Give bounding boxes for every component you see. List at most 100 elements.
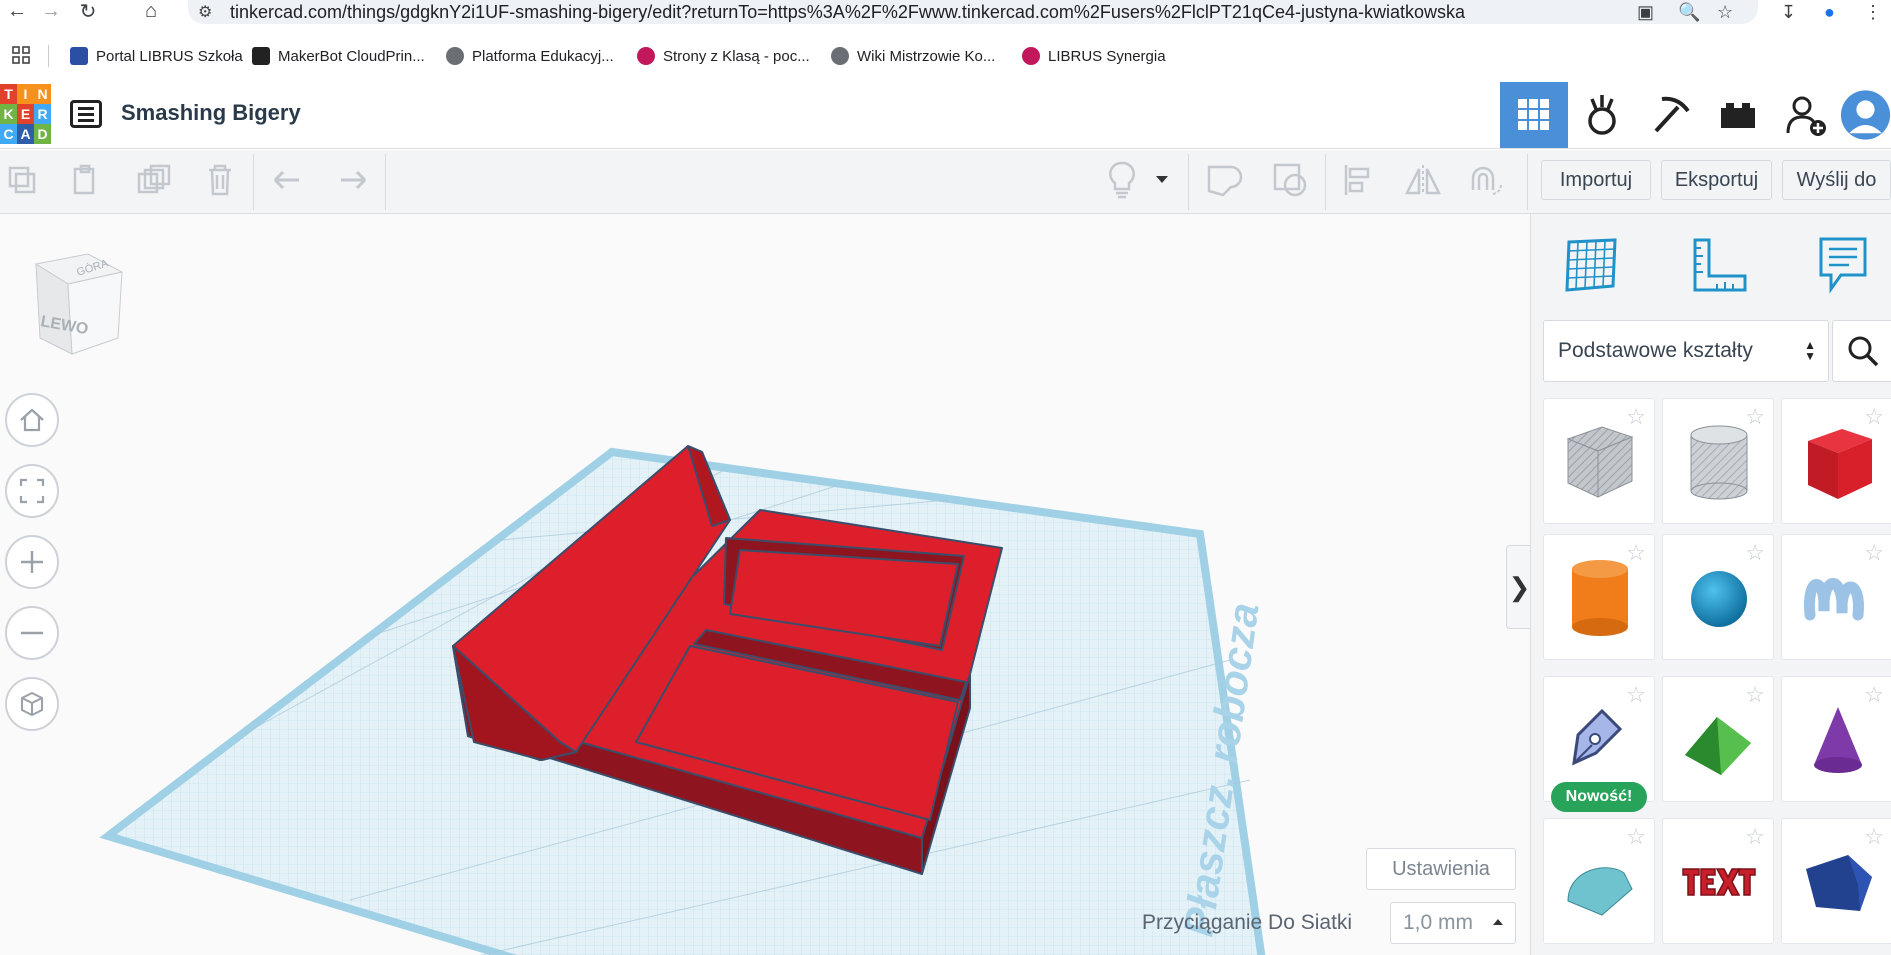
more-menu-icon[interactable]: ⋮: [1864, 0, 1882, 24]
notes-button[interactable]: [1808, 230, 1878, 300]
pickaxe-icon: [1654, 96, 1690, 133]
design-menu-icon[interactable]: [70, 100, 102, 128]
bookmark-wiki[interactable]: Wiki Mistrzowie Ko...: [831, 45, 995, 67]
logo-letter: C: [0, 124, 17, 144]
lightbulb-icon[interactable]: [1102, 160, 1142, 200]
3d-view-button[interactable]: [1500, 82, 1568, 148]
cruise-magnet-icon[interactable]: [1466, 160, 1506, 200]
bookmark-strony-z-klasa[interactable]: Strony z Klasą - poc...: [637, 45, 810, 67]
librus-icon: [70, 47, 88, 65]
home-icon[interactable]: ⌂: [136, 0, 166, 22]
invite-user-button[interactable]: [1772, 82, 1840, 148]
chevron-right-icon: ❯: [1508, 571, 1531, 602]
toolbar-divider: [1325, 154, 1326, 210]
perspective-button[interactable]: [5, 677, 59, 731]
globe-icon: [446, 47, 464, 65]
toolbar-divider: [385, 154, 386, 210]
project-title[interactable]: Smashing Bigery: [121, 100, 301, 126]
address-bar[interactable]: ⚙ tinkercad.com/things/gdgknY2i1UF-smash…: [188, 0, 1758, 24]
workplane-scene[interactable]: Płaszcz. robocza: [0, 214, 1530, 955]
zoom-out-button[interactable]: [5, 606, 59, 660]
forward-icon[interactable]: →: [36, 0, 66, 22]
site-settings-icon[interactable]: ⚙: [198, 2, 212, 22]
zoom-icon[interactable]: 🔍: [1678, 0, 1700, 24]
apple-drop-icon: [1588, 95, 1616, 135]
cone-icon: [1814, 707, 1862, 773]
round-roof-icon: [1567, 867, 1633, 916]
undo-icon[interactable]: [268, 160, 308, 200]
strony-icon: [637, 47, 655, 65]
minus-icon: [21, 631, 43, 635]
hole-icon[interactable]: [1270, 160, 1310, 200]
profile-icon[interactable]: ●: [1824, 0, 1835, 24]
paste-icon[interactable]: [66, 160, 106, 200]
reload-icon[interactable]: ↻: [73, 0, 103, 23]
snap-grid-select[interactable]: 1,0 mm: [1390, 902, 1516, 944]
back-icon[interactable]: ←: [2, 0, 32, 22]
duplicate-icon[interactable]: [134, 160, 174, 200]
home-view-button[interactable]: [5, 393, 59, 447]
solid-icon[interactable]: [1204, 160, 1244, 200]
logo-letter: K: [0, 104, 17, 124]
panel-toggle[interactable]: ❯: [1506, 545, 1532, 629]
globe-icon: [831, 47, 849, 65]
logo-letter: D: [34, 124, 51, 144]
bookmark-makerbot[interactable]: MakerBot CloudPrin...: [252, 45, 425, 67]
grid-icon: [1518, 99, 1549, 130]
apps-grid-icon[interactable]: [12, 46, 30, 64]
pen-nib-icon: [1572, 708, 1623, 766]
makerbot-icon: [252, 47, 270, 65]
import-button[interactable]: Importuj: [1541, 160, 1651, 200]
shape-sphere[interactable]: ☆: [1662, 534, 1774, 660]
shape-scribble[interactable]: ☆: [1781, 534, 1891, 660]
shape-box-hole[interactable]: ☆: [1543, 398, 1655, 524]
add-user-icon: [1786, 96, 1826, 136]
shape-roof[interactable]: ☆: [1662, 676, 1774, 802]
redo-icon[interactable]: [332, 160, 372, 200]
logo-letter: N: [34, 84, 51, 104]
export-button[interactable]: Eksportuj: [1661, 160, 1772, 200]
settings-button[interactable]: Ustawienia: [1366, 848, 1516, 890]
shape-cylinder[interactable]: ☆: [1543, 534, 1655, 660]
shape-polygon[interactable]: ☆: [1781, 818, 1891, 944]
shape-cone[interactable]: ☆: [1781, 676, 1891, 802]
send-to-button[interactable]: Wyślij do: [1782, 160, 1891, 200]
brick-icon: [1721, 103, 1755, 128]
workplane-button[interactable]: [1557, 230, 1627, 300]
logo-letter: A: [17, 124, 34, 144]
scribble-icon: [1803, 578, 1864, 621]
bookmark-label: Portal LIBRUS Szkoła: [96, 47, 243, 65]
copy-icon[interactable]: [2, 160, 42, 200]
fit-view-button[interactable]: [5, 464, 59, 518]
shape-text[interactable]: ☆: [1662, 818, 1774, 944]
install-app-icon[interactable]: ▣: [1637, 0, 1654, 24]
downloads-icon[interactable]: ↧: [1781, 0, 1796, 24]
bookmark-librus-synergia[interactable]: LIBRUS Synergia: [1022, 45, 1166, 67]
sim-lab-button[interactable]: [1568, 82, 1636, 148]
bookmark-label: Wiki Mistrzowie Ko...: [857, 47, 996, 65]
shape-round-roof[interactable]: ☆: [1543, 818, 1655, 944]
ruler-button[interactable]: [1685, 230, 1755, 300]
blocks-button[interactable]: [1636, 82, 1704, 148]
shape-cylinder-hole[interactable]: ☆: [1662, 398, 1774, 524]
lightbulb-dropdown-icon[interactable]: [1149, 160, 1175, 200]
tinkercad-logo[interactable]: TINKERCAD: [0, 84, 51, 144]
mirror-icon[interactable]: [1403, 160, 1443, 200]
shape-category-select[interactable]: Podstawowe kształty ▲ ▼: [1543, 320, 1829, 382]
view-cube[interactable]: GÓRA LEWO: [18, 242, 128, 362]
align-icon[interactable]: [1338, 160, 1378, 200]
delete-icon[interactable]: [200, 160, 240, 200]
bookmark-portal-librus[interactable]: Portal LIBRUS Szkoła: [70, 45, 243, 67]
user-avatar[interactable]: [1840, 82, 1891, 148]
bookmark-label: Strony z Klasą - poc...: [663, 47, 810, 65]
shape-search-button[interactable]: [1832, 320, 1891, 382]
bookmark-platforma[interactable]: Platforma Edukacyj...: [446, 45, 614, 67]
snap-grid-value: 1,0 mm: [1403, 911, 1474, 934]
snap-grid-label: Przyciąganie Do Siatki: [1142, 911, 1353, 934]
bookmark-star-icon[interactable]: ☆: [1717, 0, 1733, 24]
synergia-icon: [1022, 47, 1040, 65]
shape-box[interactable]: ☆: [1781, 398, 1891, 524]
bricks-button[interactable]: [1704, 82, 1772, 148]
3d-viewport[interactable]: Płaszcz. robocza GÓRA LEWO: [0, 214, 1530, 955]
zoom-in-button[interactable]: [5, 535, 59, 589]
